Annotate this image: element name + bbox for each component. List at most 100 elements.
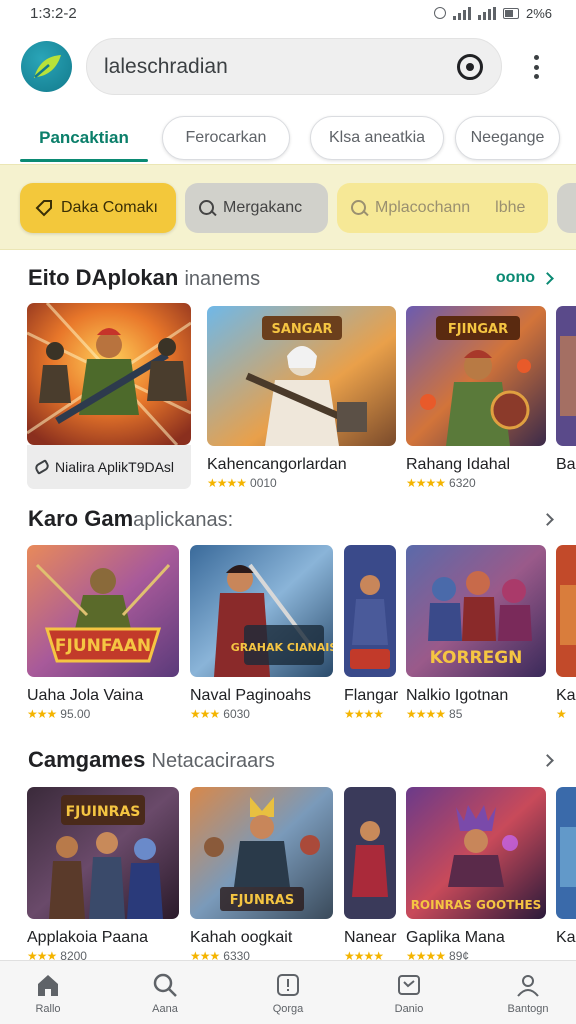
art-title: ROINRAS GOOTHES: [411, 898, 542, 912]
featured-caption-text: Nialira AplikT9DAsl: [55, 459, 175, 475]
app-name: Kahencangorlardan: [207, 456, 347, 473]
nav-label: Qorga: [272, 1003, 304, 1015]
featured-caption: Nialira AplikT9DAsl: [27, 445, 191, 489]
art-title: SANGAR: [271, 322, 332, 337]
section-header-eito: Eito DAplokan inanems oono: [0, 262, 576, 294]
art-title: FJINGAR: [448, 322, 508, 337]
chevron-right-icon: [541, 271, 554, 285]
battery-icon: [502, 7, 519, 19]
app-name: Applakoia Paana: [27, 929, 148, 946]
rating-stars: ★★★: [190, 707, 220, 721]
store-logo-icon[interactable]: [21, 41, 72, 92]
app-name: Flangar: [344, 687, 399, 704]
nav-item-home[interactable]: Rallo: [0, 961, 96, 1024]
section-title: Eito DAplokan inanems: [28, 265, 261, 290]
app-artwork: [556, 306, 576, 446]
top-bar: laleschradian: [0, 38, 576, 96]
app-card[interactable]: FJUNFAAN Uaha Jola Vaina ★★★ 95.00: [27, 545, 179, 725]
app-artwork: FJUNFAAN: [27, 545, 179, 677]
app-artwork: KORREGN: [406, 545, 546, 677]
app-card[interactable]: ROINRAS GOOTHES Gaplika Mana ★★★★ 89¢: [406, 787, 546, 963]
app-name: Nalkio Igotnan: [406, 687, 509, 704]
app-rating: ★★★ 95.00: [27, 707, 91, 721]
app-card[interactable]: KORREGN Nalkio Igotnan ★★★★ 85: [406, 545, 546, 725]
tab-klsa-aneatkia[interactable]: Klsa aneatkia: [310, 116, 444, 160]
wifi-signal-icon: [477, 6, 496, 20]
chip-more[interactable]: [557, 183, 576, 233]
app-name: Uaha Jola Vaina: [27, 687, 144, 704]
nav-label: Bantogn: [507, 1003, 549, 1015]
nav-label: Aana: [152, 1003, 178, 1015]
rating-stars: ★: [556, 707, 567, 721]
camera-lens-icon[interactable]: [457, 53, 483, 80]
app-card[interactable]: FJINGAR Rahang Idahal ★★★★ 6320: [406, 306, 546, 492]
status-time: 1:3:2-2: [30, 4, 77, 22]
tab-pancaktian[interactable]: Pancaktian: [20, 116, 148, 160]
search-icon: [199, 199, 216, 217]
app-artwork: [344, 787, 396, 919]
chip-mplacochann[interactable]: Mplacochann lbhe: [337, 183, 548, 233]
featured-app-artwork: [27, 303, 191, 445]
rating-stars: ★★★★: [207, 476, 247, 490]
featured-app-card[interactable]: Nialira AplikT9DAsl: [27, 303, 191, 489]
app-card[interactable]: Ka: [556, 787, 576, 959]
app-card[interactable]: Flangar ★★★★: [344, 545, 399, 725]
search-icon: [351, 199, 368, 217]
chip-mergakanc[interactable]: Mergakanc: [185, 183, 328, 233]
nav-label: Rallo: [35, 1003, 61, 1015]
search-bar[interactable]: laleschradian: [86, 38, 502, 95]
nav-item-profile[interactable]: Bantogn: [480, 961, 576, 1024]
section-header-karo-gam: Karo Gamaplickanas:: [0, 503, 576, 535]
app-card[interactable]: FJUNRAS Kahah oogkait ★★★ 6330: [190, 787, 333, 963]
nav-item-qorga[interactable]: Qorga: [240, 961, 336, 1024]
chip-label: Mergakanc: [223, 199, 303, 216]
app-name: Nanear: [344, 929, 397, 946]
app-card[interactable]: Nanear ★★★★: [344, 787, 397, 963]
active-tab-indicator: [20, 159, 148, 162]
app-name: Gaplika Mana: [406, 929, 505, 946]
app-card[interactable]: FJUINRAS Applakoia Paana ★★★ 8200: [27, 787, 179, 963]
nav-item-danio[interactable]: Danio: [361, 961, 457, 1024]
see-more-link[interactable]: oono: [496, 269, 554, 287]
filter-chip-bar: Daka Comakı Mergakanc Mplacochann lbhe: [0, 164, 576, 250]
art-title: FJUNRAS: [230, 893, 295, 908]
app-rating: ★: [556, 707, 567, 721]
chevron-right-icon[interactable]: [541, 753, 554, 767]
nav-item-search[interactable]: Aana: [117, 961, 213, 1024]
rating-stars: ★★★★: [406, 476, 446, 490]
profile-icon: [514, 971, 542, 999]
nav-label: Danio: [394, 1003, 424, 1015]
tag-icon: [33, 459, 51, 475]
category-tabs: Pancaktian Ferocarkan Klsa aneatkia Neeg…: [0, 114, 576, 164]
search-input[interactable]: laleschradian: [104, 55, 457, 79]
app-artwork: [556, 787, 576, 919]
app-card[interactable]: Ba: [556, 306, 576, 492]
home-icon: [34, 971, 62, 999]
chip-label: Mplacochann: [375, 199, 471, 216]
art-title: FJUINRAS: [66, 804, 141, 820]
app-artwork: SANGAR: [207, 306, 396, 446]
tab-ferocarkan[interactable]: Ferocarkan: [162, 116, 290, 160]
rating-stars: ★★★: [27, 707, 57, 721]
section-header-camgames: Camgames Netacaciraars: [0, 744, 576, 776]
alert-icon: [274, 971, 302, 999]
more-options-icon[interactable]: [528, 52, 544, 82]
app-card[interactable]: SANGAR Kahencangorlardan ★★★★ 0010: [207, 306, 396, 492]
app-name: Ka: [556, 687, 576, 704]
chip-daka-comak[interactable]: Daka Comakı: [20, 183, 176, 233]
art-title: FJUNFAAN: [55, 636, 151, 656]
app-card[interactable]: Ka ★: [556, 545, 576, 725]
app-rating: ★★★★: [344, 707, 387, 721]
app-rating: ★★★★ 85: [406, 707, 463, 721]
chevron-right-icon[interactable]: [541, 512, 554, 526]
app-rating: ★★★ 6030: [190, 707, 250, 721]
bottom-navigation: Rallo Aana Qorga Danio Bantogn: [0, 960, 576, 1024]
chip-label: Daka Comakı: [61, 199, 158, 216]
section-title: Karo Gamaplickanas:: [28, 506, 234, 531]
section-title: Camgames Netacaciraars: [28, 747, 275, 772]
tab-neegange[interactable]: Neegange: [455, 116, 560, 160]
app-artwork: GRAHAK CIANAIS: [190, 545, 333, 677]
alarm-icon: [433, 7, 446, 19]
app-card[interactable]: GRAHAK CIANAIS Naval Paginoahs ★★★ 6030: [190, 545, 333, 725]
app-name: Naval Paginoahs: [190, 687, 311, 704]
